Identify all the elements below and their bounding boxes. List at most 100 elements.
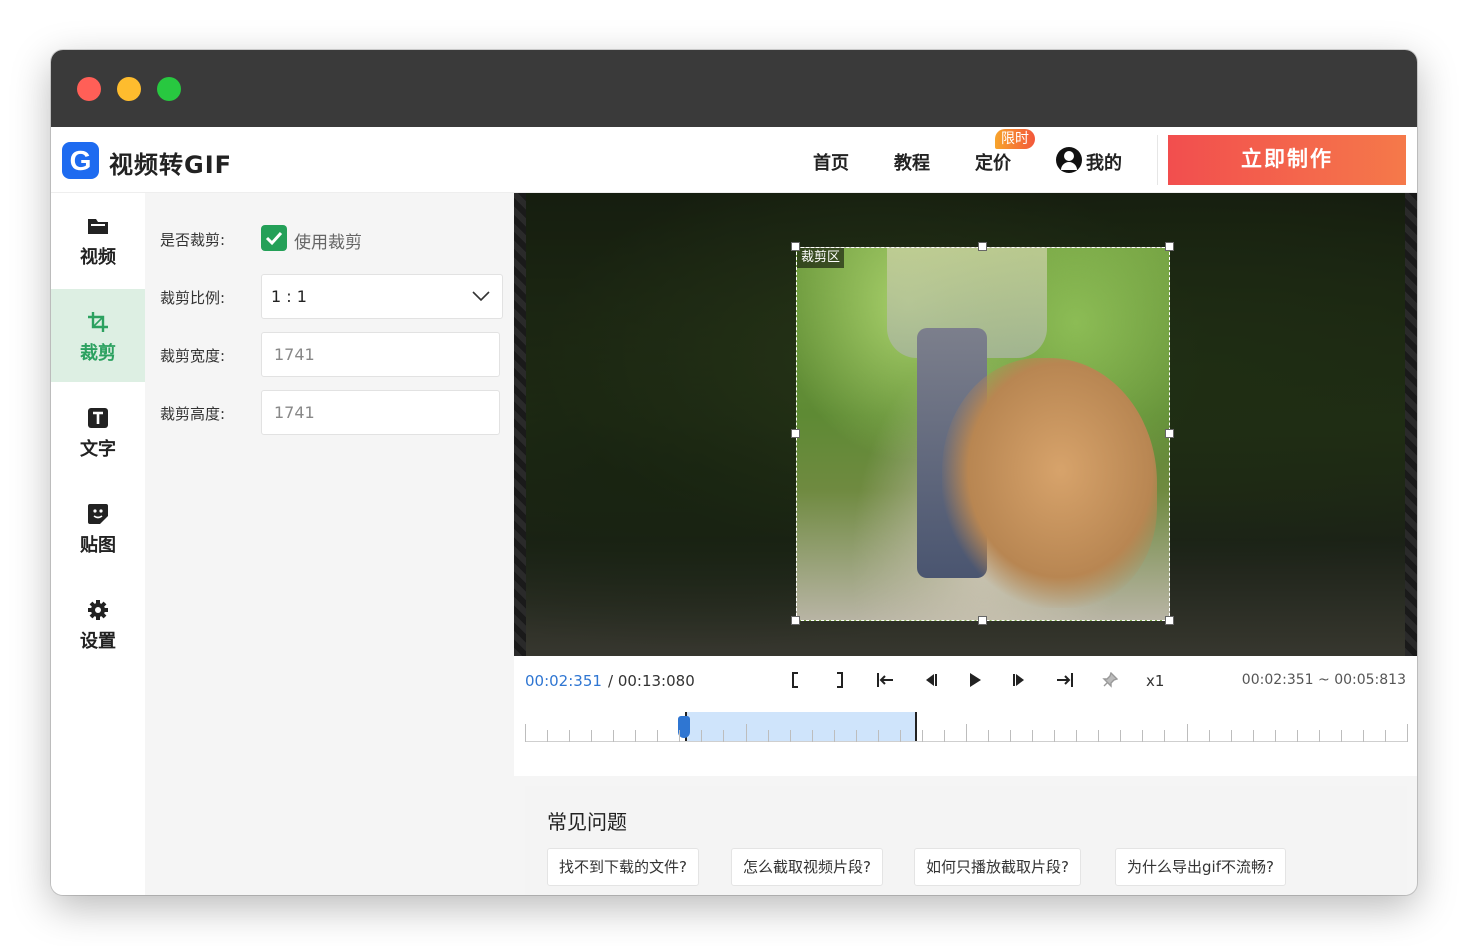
jump-to-start-icon[interactable]: [874, 670, 896, 692]
crop-handle-bottom-left[interactable]: [791, 616, 800, 625]
folder-icon: [88, 219, 108, 234]
sidebar-item-video[interactable]: 视频: [51, 193, 145, 286]
timeline-tick: [943, 730, 945, 742]
player-controls: 00:02:351 / 00:13:080 x1 00:02:351 ~ 00:…: [514, 656, 1417, 776]
app-window: G 视频转GIF 首页 教程 定价 限时 我的 立即制作 视频 裁剪 文字 贴图…: [51, 50, 1417, 895]
timeline-tick: [701, 730, 703, 742]
sticker-icon: [88, 504, 108, 524]
timeline-tick: [767, 730, 769, 742]
crop-handle-bottom-right[interactable]: [1165, 616, 1174, 625]
crop-ratio-value: 1 : 1: [271, 287, 307, 306]
timeline-tick: [1362, 730, 1364, 742]
top-header: G 视频转GIF 首页 教程 定价 限时 我的 立即制作: [51, 127, 1417, 193]
current-time: 00:02:351: [525, 672, 602, 690]
crop-ratio-label: 裁剪比例:: [160, 289, 226, 307]
crop-ratio-select[interactable]: 1 : 1: [261, 274, 503, 319]
nav-home[interactable]: 首页: [813, 149, 849, 175]
text-icon: [88, 408, 108, 428]
timeline-tick: [833, 730, 835, 742]
timeline-tick: [657, 730, 659, 742]
timeline-tick: [988, 730, 990, 742]
sidebar-item-settings[interactable]: 设置: [51, 577, 145, 670]
set-start-icon[interactable]: [784, 670, 806, 692]
title-bar: [51, 50, 1417, 127]
timeline-tick: [899, 730, 901, 742]
faq-section: 常见问题 找不到下载的文件? 怎么截取视频片段? 如何只播放截取片段? 为什么导…: [525, 786, 1407, 895]
total-time: / 00:13:080: [608, 672, 695, 690]
playback-speed[interactable]: x1: [1146, 672, 1164, 690]
timeline-tick: [1120, 730, 1122, 742]
app-logo-icon[interactable]: G: [62, 142, 99, 179]
sidebar-item-label: 文字: [80, 439, 116, 460]
sidebar-item-label: 贴图: [80, 535, 116, 556]
nav-pricing[interactable]: 定价: [975, 149, 1011, 175]
use-crop-checkbox[interactable]: [261, 225, 287, 251]
timeline-track[interactable]: [525, 712, 1408, 742]
set-end-icon[interactable]: [829, 670, 851, 692]
header-divider: [1157, 135, 1158, 185]
user-avatar-icon[interactable]: [1056, 147, 1082, 173]
timeline-tick: [1010, 730, 1012, 742]
crop-height-input[interactable]: 1741: [261, 390, 500, 435]
crop-region-tag: 裁剪区: [797, 248, 845, 268]
timeline-tick: [525, 724, 526, 742]
app-name[interactable]: 视频转GIF: [109, 145, 232, 180]
timeline-tick: [966, 724, 967, 742]
prev-frame-icon[interactable]: [919, 670, 941, 692]
timeline-tick: [1340, 730, 1342, 742]
sidebar-item-label: 裁剪: [80, 343, 116, 364]
faq-question[interactable]: 如何只播放截取片段?: [914, 848, 1081, 886]
timeline-tick: [1230, 730, 1232, 742]
preview-left-border: [514, 193, 526, 656]
check-icon: [265, 231, 283, 246]
enable-crop-label: 是否裁剪:: [160, 231, 226, 249]
crop-handle-top-left[interactable]: [791, 242, 800, 251]
sidebar-item-label: 设置: [80, 631, 116, 652]
crop-handle-bottom[interactable]: [978, 616, 987, 625]
crop-icon: [88, 312, 108, 332]
preview-right-border: [1405, 193, 1417, 656]
crop-handle-top-right[interactable]: [1165, 242, 1174, 251]
use-crop-checkbox-label[interactable]: 使用裁剪: [294, 228, 362, 253]
play-icon[interactable]: [964, 670, 986, 692]
faq-question[interactable]: 找不到下载的文件?: [547, 848, 699, 886]
nav-mine[interactable]: 我的: [1086, 149, 1122, 175]
video-preview: 裁剪区: [514, 193, 1417, 656]
nav-tutorial[interactable]: 教程: [894, 149, 930, 175]
minimize-window-button[interactable]: [117, 77, 141, 101]
timeline-tick: [1318, 730, 1320, 742]
jump-to-end-icon[interactable]: [1054, 670, 1076, 692]
faq-question[interactable]: 怎么截取视频片段?: [731, 848, 883, 886]
timeline-tick: [1164, 730, 1166, 742]
chevron-down-icon: [472, 291, 490, 302]
tool-sidebar: 视频 裁剪 文字 贴图 设置: [51, 193, 145, 895]
sidebar-item-label: 视频: [80, 247, 116, 268]
timeline-tick: [1076, 730, 1078, 742]
faq-question[interactable]: 为什么导出gif不流畅?: [1115, 848, 1286, 886]
timeline-selection[interactable]: [685, 712, 917, 742]
timeline-tick: [789, 730, 791, 742]
close-window-button[interactable]: [77, 77, 101, 101]
crop-handle-right[interactable]: [1165, 429, 1174, 438]
timeline-tick: [723, 730, 725, 742]
next-frame-icon[interactable]: [1009, 670, 1031, 692]
sidebar-item-crop[interactable]: 裁剪: [51, 289, 145, 382]
crop-region[interactable]: 裁剪区: [796, 247, 1170, 621]
timeline-tick: [1274, 730, 1276, 742]
create-now-button[interactable]: 立即制作: [1168, 135, 1406, 185]
video-frame: 裁剪区: [526, 193, 1405, 656]
timeline-tick: [921, 730, 923, 742]
timeline-tick: [1384, 730, 1386, 742]
crop-handle-top[interactable]: [978, 242, 987, 251]
faq-title: 常见问题: [547, 810, 627, 834]
gear-icon: [88, 600, 108, 620]
selection-range: 00:02:351 ~ 00:05:813: [1241, 672, 1406, 688]
sidebar-item-text[interactable]: 文字: [51, 385, 145, 478]
timeline-tick: [1032, 730, 1034, 742]
maximize-window-button[interactable]: [157, 77, 181, 101]
sidebar-item-sticker[interactable]: 贴图: [51, 481, 145, 574]
timeline-tick: [547, 730, 549, 742]
pin-icon[interactable]: [1099, 670, 1121, 692]
crop-width-input[interactable]: 1741: [261, 332, 500, 377]
crop-handle-left[interactable]: [791, 429, 800, 438]
